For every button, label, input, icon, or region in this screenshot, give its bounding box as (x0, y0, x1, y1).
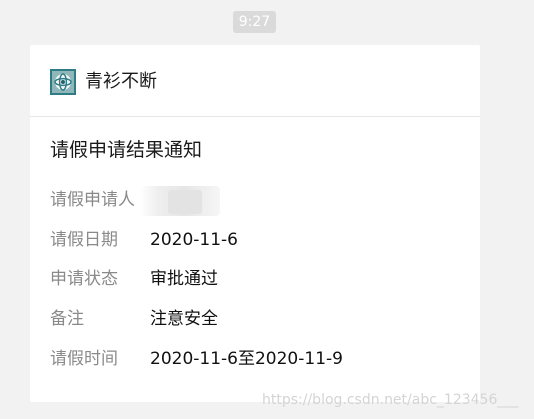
field-label: 备注 (50, 309, 84, 329)
field-label: 申请状态 (50, 269, 118, 289)
field-label: 请假申请人 (50, 190, 135, 210)
field-value: 2020-11-6 (150, 230, 238, 250)
field-row-leave-period: 请假时间 2020-11-6至2020-11-9 (50, 346, 470, 372)
globe-avatar-icon[interactable] (50, 69, 76, 95)
redacted-applicant-name (140, 186, 220, 216)
notice-title: 请假申请结果通知 (50, 139, 203, 161)
card-header[interactable]: 青衫不断 (30, 45, 480, 117)
field-row-leave-date: 请假日期 2020-11-6 (50, 227, 470, 253)
field-row-applicant: 请假申请人 (50, 186, 470, 216)
field-value: 注意安全 (150, 309, 218, 329)
field-label: 请假日期 (50, 230, 118, 250)
field-value: 2020-11-6至2020-11-9 (150, 349, 343, 369)
notification-card[interactable]: 青衫不断 请假申请结果通知 请假申请人 请假日期 2020-11-6 申请状态 … (30, 45, 480, 402)
field-label: 请假时间 (50, 349, 118, 369)
account-name[interactable]: 青衫不断 (85, 69, 157, 95)
field-row-status: 申请状态 审批通过 (50, 266, 470, 292)
field-row-remark: 备注 注意安全 (50, 306, 470, 332)
watermark: https://blog.csdn.net/abc_123456___ (262, 392, 519, 408)
field-value: 审批通过 (150, 269, 218, 289)
message-timestamp: 9:27 (233, 11, 276, 33)
